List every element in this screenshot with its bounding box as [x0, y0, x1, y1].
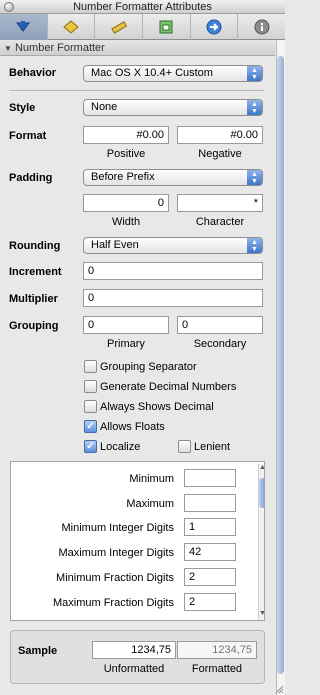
title-bar: Number Formatter Attributes [0, 0, 285, 14]
checkmark-icon: ✓ [86, 441, 95, 452]
attributes-icon [16, 21, 31, 32]
padding-width-field[interactable]: 0 [83, 194, 169, 212]
disclosure-triangle-icon: ▼ [4, 44, 12, 53]
style-label: Style [9, 102, 36, 114]
always-shows-decimal-checkbox[interactable] [84, 400, 97, 413]
style-value: None [91, 101, 118, 113]
formatted-caption: Formatted [191, 663, 243, 675]
popup-arrows-icon: ▲ ▼ [247, 100, 262, 115]
minimum-field[interactable] [184, 469, 236, 487]
increment-label: Increment [9, 266, 62, 278]
format-label: Format [9, 130, 47, 142]
character-caption: Character [195, 216, 245, 228]
min-fraction-digits-field[interactable]: 2 [184, 568, 236, 586]
tab-connections[interactable] [191, 14, 239, 40]
lenient-checkbox[interactable] [178, 440, 191, 453]
minimum-label: Minimum [129, 473, 174, 485]
max-integer-digits-field[interactable]: 42 [184, 543, 236, 561]
multiplier-field[interactable]: 0 [83, 289, 263, 307]
checkmark-icon: ✓ [86, 421, 95, 432]
scroll-down-arrow-icon[interactable]: ▼ [259, 610, 264, 617]
style-popup[interactable]: None ▲ ▼ [83, 99, 263, 116]
lenient-label: Lenient [194, 441, 231, 453]
info-icon [254, 19, 270, 35]
max-fraction-digits-field[interactable]: 2 [184, 593, 236, 611]
popup-arrows-icon: ▲ ▼ [247, 66, 262, 81]
section-title: Number Formatter [14, 42, 105, 54]
size-ruler-icon [110, 21, 127, 34]
max-fraction-digits-label: Maximum Fraction Digits [52, 597, 174, 609]
always-shows-decimal-label: Always Shows Decimal [100, 401, 214, 413]
allows-floats-label: Allows Floats [100, 421, 165, 433]
limits-panel: Minimum Maximum Minimum Integer Digits 1… [10, 461, 265, 621]
rounding-value: Half Even [91, 239, 139, 251]
popup-arrows-icon: ▲ ▼ [247, 238, 262, 253]
padding-character-field[interactable]: * [177, 194, 263, 212]
unformatted-caption: Unformatted [103, 663, 165, 675]
padding-popup[interactable]: Before Prefix ▲ ▼ [83, 169, 263, 186]
rounding-popup[interactable]: Half Even ▲ ▼ [83, 237, 263, 254]
min-integer-digits-label: Minimum Integer Digits [61, 522, 174, 534]
allows-floats-checkbox[interactable]: ✓ [84, 420, 97, 433]
behavior-label: Behavior [9, 67, 57, 79]
generate-decimal-numbers-label: Generate Decimal Numbers [100, 381, 237, 393]
negative-format-field[interactable]: #0.00 [177, 126, 263, 144]
secondary-caption: Secondary [193, 338, 247, 350]
padding-value: Before Prefix [91, 171, 155, 183]
formatted-sample-field: 1234,75 [177, 641, 257, 659]
connections-arrow-icon [206, 19, 222, 35]
maximum-field[interactable] [184, 494, 236, 512]
max-integer-digits-label: Maximum Integer Digits [58, 547, 174, 559]
rounding-label: Rounding [9, 240, 61, 252]
min-integer-digits-field[interactable]: 1 [184, 518, 236, 536]
min-fraction-digits-label: Minimum Fraction Digits [56, 572, 174, 584]
increment-field[interactable]: 0 [83, 262, 263, 280]
primary-caption: Primary [107, 338, 145, 350]
behavior-value: Mac OS X 10.4+ Custom [91, 67, 213, 79]
localize-checkbox[interactable]: ✓ [84, 440, 97, 453]
tab-info[interactable] [238, 14, 285, 40]
maximum-label: Maximum [126, 498, 174, 510]
section-header[interactable]: ▼ Number Formatter [0, 40, 275, 56]
behavior-popup[interactable]: Mac OS X 10.4+ Custom ▲ ▼ [83, 65, 263, 82]
negative-caption: Negative [198, 148, 242, 160]
separator [9, 90, 264, 91]
unformatted-sample-field[interactable]: 1234,75 [92, 641, 176, 659]
scroll-up-arrow-icon[interactable]: ▲ [259, 464, 264, 471]
primary-grouping-field[interactable]: 0 [83, 316, 169, 334]
effects-icon [63, 20, 79, 34]
grouping-label: Grouping [9, 320, 59, 332]
width-caption: Width [111, 216, 141, 228]
tab-effects[interactable] [48, 14, 96, 40]
popup-arrows-icon: ▲ ▼ [247, 170, 262, 185]
tab-bindings[interactable] [143, 14, 191, 40]
sample-panel: Sample 1234,75 1234,75 Unformatted Forma… [10, 630, 265, 684]
sample-label: Sample [18, 645, 58, 657]
multiplier-label: Multiplier [9, 293, 58, 305]
positive-caption: Positive [106, 148, 146, 160]
generate-decimal-numbers-checkbox[interactable] [84, 380, 97, 393]
localize-label: Localize [100, 441, 141, 453]
inspector-tab-bar [0, 14, 285, 40]
resize-grip-icon[interactable] [274, 684, 284, 694]
grouping-separator-checkbox[interactable] [84, 360, 97, 373]
inspector-scroll-thumb[interactable] [277, 56, 284, 674]
positive-format-field[interactable]: #0.00 [83, 126, 169, 144]
tab-attributes[interactable] [0, 14, 48, 40]
tab-size[interactable] [95, 14, 144, 40]
padding-label: Padding [9, 172, 53, 184]
window-title: Number Formatter Attributes [73, 1, 212, 13]
bindings-icon [159, 20, 173, 34]
limits-scroll-thumb[interactable] [259, 478, 264, 508]
secondary-grouping-field[interactable]: 0 [177, 316, 263, 334]
grouping-separator-label: Grouping Separator [100, 361, 197, 373]
